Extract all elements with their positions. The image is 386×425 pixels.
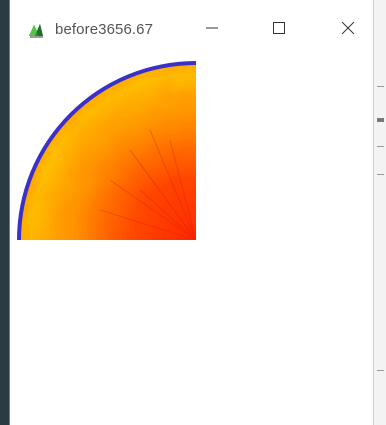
- title-bar[interactable]: before3656.67: [10, 0, 373, 60]
- quarter-disk-plot: [17, 61, 196, 240]
- matlab-figure-icon: [28, 22, 44, 38]
- divider: [377, 174, 384, 175]
- minimize-icon: [205, 21, 219, 40]
- figure-window[interactable]: before3656.67: [9, 0, 373, 425]
- divider: [377, 86, 384, 87]
- minimize-button[interactable]: [200, 18, 224, 42]
- close-icon: [341, 21, 355, 40]
- desktop-edge: [0, 0, 9, 425]
- screen: before3656.67: [0, 0, 386, 425]
- divider: [377, 146, 384, 147]
- divider: [377, 118, 384, 122]
- window-title: before3656.67: [55, 21, 154, 38]
- figure-canvas[interactable]: [10, 60, 373, 425]
- divider: [377, 370, 384, 371]
- close-button[interactable]: [336, 18, 360, 42]
- maximize-icon: [272, 21, 286, 40]
- maximize-button[interactable]: [267, 18, 291, 42]
- quarter-disk: [21, 65, 196, 240]
- background-window-edge: [373, 0, 386, 425]
